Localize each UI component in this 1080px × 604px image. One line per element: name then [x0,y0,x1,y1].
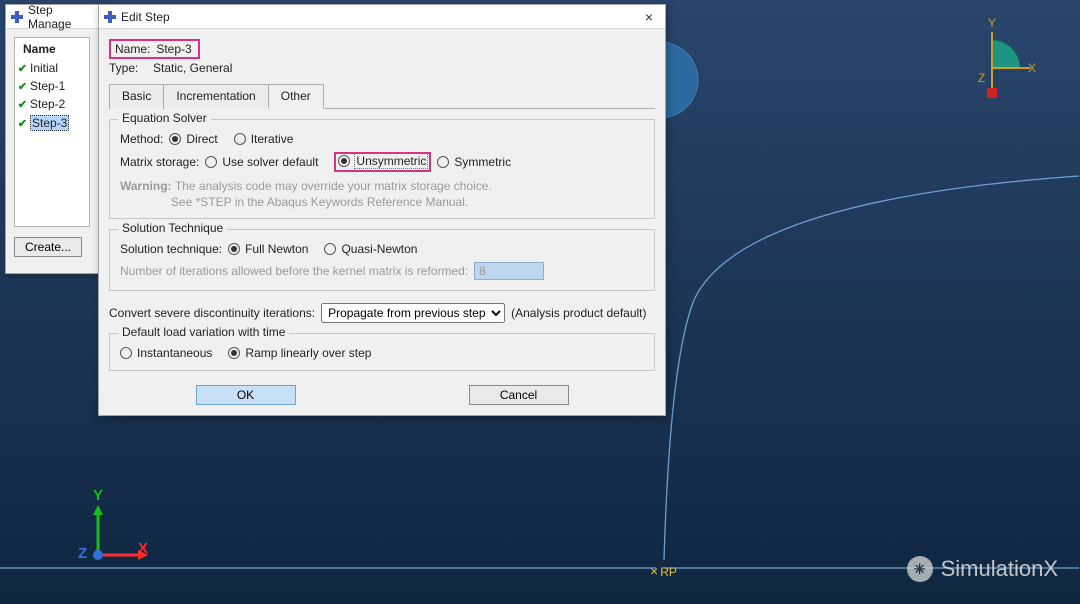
csdi-label: Convert severe discontinuity iterations: [109,306,315,320]
instantaneous-option[interactable]: Instantaneous [120,346,212,360]
matrix-storage-label: Matrix storage: [120,155,199,169]
step-manager-title: Step Manage [28,3,94,31]
radio-icon [120,347,132,359]
tab-strip: Basic Incrementation Other [109,83,655,109]
cancel-button[interactable]: Cancel [469,385,569,405]
triad-z-label: Z [78,545,87,562]
check-icon: ✔ [17,80,28,93]
name-label: Name: [115,42,150,56]
list-item[interactable]: ✔Step-2 [15,95,89,113]
name-value: Step-3 [156,42,191,56]
iter-label: Number of iterations allowed before the … [120,264,468,278]
step-list[interactable]: Name ✔Initial ✔Step-1 ✔Step-2 ✔Step-3 [14,37,90,227]
triad-top-right: Y X Z [952,28,1032,113]
app-icon [103,10,117,24]
tab-other[interactable]: Other [268,84,324,109]
matrix-unsymmetric-option[interactable]: Unsymmetric [338,154,427,168]
matrix-default-option[interactable]: Use solver default [205,155,318,169]
ok-button[interactable]: OK [196,385,296,405]
iter-field[interactable]: 8 [474,262,544,280]
solution-technique-group: Solution Technique Solution technique: F… [109,229,655,291]
default-load-variation-group: Default load variation with time Instant… [109,333,655,371]
radio-icon [437,156,449,168]
check-icon: ✔ [17,98,28,111]
list-item[interactable]: ✔Step-1 [15,77,89,95]
tab-incrementation[interactable]: Incrementation [163,84,268,109]
edit-step-window: Edit Step × Name: Step-3 Type: Static, G… [98,4,666,416]
check-icon: ✔ [17,117,28,130]
method-label: Method: [120,132,163,146]
group-legend: Solution Technique [118,221,227,235]
reference-point-label: RP [650,563,677,579]
app-icon [10,10,24,24]
step-manager-titlebar[interactable]: Step Manage [6,5,98,29]
list-item[interactable]: ✔Initial [15,59,89,77]
warning-text: Warning: The analysis code may override … [120,178,644,210]
radio-icon [205,156,217,168]
radio-icon [338,155,350,167]
list-item[interactable]: ✔Step-3 [15,113,89,133]
watermark-text: SimulationX [941,556,1058,582]
name-highlight: Name: Step-3 [109,39,200,59]
close-icon[interactable]: × [637,9,661,25]
method-direct-option[interactable]: Direct [169,132,217,146]
csdi-note: (Analysis product default) [511,306,646,320]
step-list-header: Name [15,38,89,59]
wechat-icon: ✳ [907,556,933,582]
step-manager-window: Step Manage Name ✔Initial ✔Step-1 ✔Step-… [5,4,99,274]
type-label: Type: [109,61,147,75]
solution-technique-label: Solution technique: [120,242,222,256]
group-legend: Default load variation with time [118,325,289,339]
triad-bottom-left: Y X Z [78,500,168,584]
radio-icon [324,243,336,255]
type-value: Static, General [153,61,232,75]
edit-step-title: Edit Step [121,10,637,24]
equation-solver-group: Equation Solver Method: Direct Iterative… [109,119,655,219]
radio-icon [228,347,240,359]
radio-icon [228,243,240,255]
matrix-symmetric-option[interactable]: Symmetric [437,155,511,169]
ramp-option[interactable]: Ramp linearly over step [228,346,371,360]
tab-basic[interactable]: Basic [109,84,164,109]
matrix-highlight: Unsymmetric [334,152,431,172]
edit-step-titlebar[interactable]: Edit Step × [99,5,665,29]
check-icon: ✔ [17,62,28,75]
group-legend: Equation Solver [118,111,211,125]
watermark: ✳ SimulationX [907,556,1058,582]
full-newton-option[interactable]: Full Newton [228,242,308,256]
triad-x-label: X [138,540,148,557]
triad-y-label: Y [93,487,103,504]
quasi-newton-option[interactable]: Quasi-Newton [324,242,417,256]
radio-icon [234,133,246,145]
csdi-select[interactable]: Propagate from previous step [321,303,505,323]
method-iterative-option[interactable]: Iterative [234,132,294,146]
create-button[interactable]: Create... [14,237,82,257]
radio-icon [169,133,181,145]
